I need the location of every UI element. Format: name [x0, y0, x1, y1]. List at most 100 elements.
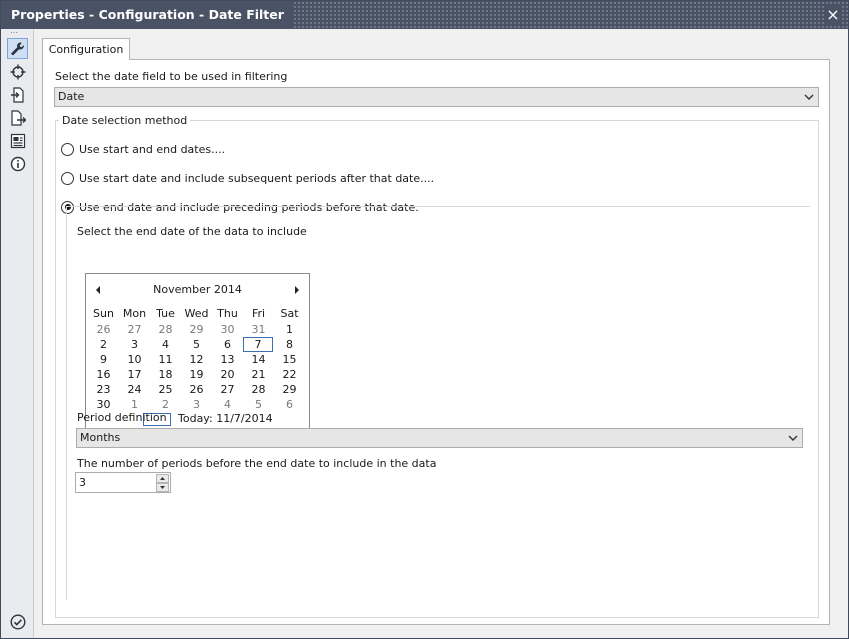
spin-up-icon [160, 477, 165, 480]
calendar-day[interactable]: 5 [181, 337, 212, 352]
calendar-day[interactable]: 1 [274, 322, 305, 337]
title-bar[interactable]: Properties - Configuration - Date Filter… [1, 1, 848, 29]
calendar-day[interactable]: 20 [212, 367, 243, 382]
close-icon: × [826, 5, 840, 24]
validate-button[interactable] [10, 614, 26, 630]
calendar-weekday-header: Mon [122, 307, 147, 320]
tab-content: Select the date field to be used in filt… [42, 59, 830, 625]
calendar-day[interactable]: 29 [274, 382, 305, 397]
grip-handle[interactable]: ⋯ [10, 29, 24, 37]
output-tool-button[interactable] [7, 107, 28, 128]
radio-start-date-subsequent[interactable]: Use start date and include subsequent pe… [61, 170, 434, 186]
annotation-icon [10, 133, 25, 148]
output-file-icon [10, 109, 26, 126]
radio-label: Use start and end dates.... [79, 142, 226, 156]
calendar-weekday-header: Sun [93, 307, 114, 320]
calendar-day-adjacent-month[interactable]: 30 [212, 322, 243, 337]
calendar-day[interactable]: 26 [181, 382, 212, 397]
period-definition-value: Months [80, 431, 121, 444]
month-calendar[interactable]: November 2014 Sun Mon Tue Wed Thu Fri Sat 26 27… [85, 273, 310, 432]
wrench-icon [10, 42, 24, 55]
close-button[interactable]: × [824, 6, 842, 24]
calendar-day[interactable]: 30 [88, 397, 119, 412]
input-file-icon [10, 86, 24, 103]
period-count-value[interactable]: 3 [79, 476, 86, 489]
calendar-weekday-header: Wed [184, 307, 209, 320]
calendar-day[interactable]: 22 [274, 367, 305, 382]
radio-button[interactable] [61, 142, 74, 156]
configuration-tool-button[interactable] [7, 38, 28, 59]
check-circle-icon [10, 614, 26, 630]
date-selection-method-legend: Date selection method [59, 114, 191, 127]
calendar-day[interactable]: 15 [274, 352, 305, 367]
calendar-day[interactable]: 23 [88, 382, 119, 397]
calendar-day[interactable]: 25 [150, 382, 181, 397]
crosshair-icon [10, 64, 25, 79]
next-month-icon[interactable] [292, 284, 302, 296]
annotation-tool-button[interactable] [7, 130, 28, 151]
period-count-stepper[interactable]: 3 [75, 472, 171, 493]
calendar-day-adjacent-month[interactable]: 29 [181, 322, 212, 337]
calendar-day-adjacent-month[interactable]: 28 [150, 322, 181, 337]
calendar-day-adjacent-month[interactable]: 27 [119, 322, 150, 337]
spin-down-icon [160, 486, 165, 489]
calendar-day[interactable]: 8 [274, 337, 305, 352]
calendar-day[interactable]: 3 [119, 337, 150, 352]
radio-label: Use start date and include subsequent pe… [79, 171, 435, 185]
configuration-panel: Configuration Select the date field to b… [34, 29, 848, 638]
info-tool-button[interactable] [7, 153, 28, 174]
calendar-day[interactable]: 10 [119, 352, 150, 367]
radio-button[interactable] [61, 171, 74, 185]
calendar-day-selected[interactable]: 7 [243, 337, 273, 352]
calendar-day-adjacent-month[interactable]: 2 [150, 397, 181, 412]
info-icon [10, 156, 25, 171]
input-tool-button[interactable] [7, 84, 28, 105]
calendar-day-adjacent-month[interactable]: 5 [243, 397, 274, 412]
calendar-day[interactable]: 2 [88, 337, 119, 352]
calendar-day[interactable]: 17 [119, 367, 150, 382]
calendar-day-adjacent-month[interactable]: 26 [88, 322, 119, 337]
calendar-day[interactable]: 24 [119, 382, 150, 397]
tool-strip: ⋯ [1, 29, 34, 638]
tab-configuration[interactable]: Configuration [42, 38, 130, 60]
calendar-weekday-header: Sat [280, 307, 299, 320]
calendar-day[interactable]: 16 [88, 367, 119, 382]
decrement-button[interactable] [156, 483, 169, 492]
increment-button[interactable] [156, 474, 169, 483]
calendar-day[interactable]: 18 [150, 367, 181, 382]
window-title: Properties - Configuration - Date Filter [1, 1, 294, 29]
period-count-label: The number of periods before the end dat… [77, 457, 437, 470]
calendar-day[interactable]: 4 [150, 337, 181, 352]
calendar-day[interactable]: 11 [150, 352, 181, 367]
calendar-day[interactable]: 27 [212, 382, 243, 397]
calendar-day-adjacent-month[interactable]: 1 [119, 397, 150, 412]
calendar-day[interactable]: 13 [212, 352, 243, 367]
properties-window: Properties - Configuration - Date Filter… [0, 0, 849, 639]
period-definition-label: Period definition [77, 411, 167, 424]
calendar-day[interactable]: 21 [243, 367, 274, 382]
calendar-weekday-header: Tue [156, 307, 175, 320]
calendar-month-label[interactable]: November 2014 [86, 283, 309, 299]
calendar-day[interactable]: 6 [212, 337, 243, 352]
calendar-day[interactable]: 28 [243, 382, 274, 397]
today-link[interactable]: Today: 11/7/2014 [178, 412, 273, 425]
date-field-label: Select the date field to be used in filt… [55, 70, 288, 83]
layout-tool-button[interactable] [7, 61, 28, 82]
period-definition-select[interactable]: Months [76, 428, 803, 448]
chevron-down-icon [804, 94, 814, 100]
end-date-label: Select the end date of the data to inclu… [77, 225, 307, 238]
calendar-weekday-header: Thu [217, 307, 238, 320]
radio-start-end-dates[interactable]: Use start and end dates.... [61, 141, 225, 157]
calendar-day-adjacent-month[interactable]: 3 [181, 397, 212, 412]
calendar-day-adjacent-month[interactable]: 4 [212, 397, 243, 412]
calendar-day[interactable]: 9 [88, 352, 119, 367]
calendar-weekday-header: Fri [251, 307, 266, 320]
calendar-day[interactable]: 19 [181, 367, 212, 382]
calendar-day[interactable]: 12 [181, 352, 212, 367]
date-field-select[interactable]: Date [54, 87, 819, 107]
calendar-day-adjacent-month[interactable]: 6 [274, 397, 305, 412]
calendar-day-adjacent-month[interactable]: 31 [243, 322, 274, 337]
calendar-day[interactable]: 14 [243, 352, 274, 367]
chevron-down-icon [788, 435, 798, 441]
date-field-value: Date [58, 90, 85, 103]
